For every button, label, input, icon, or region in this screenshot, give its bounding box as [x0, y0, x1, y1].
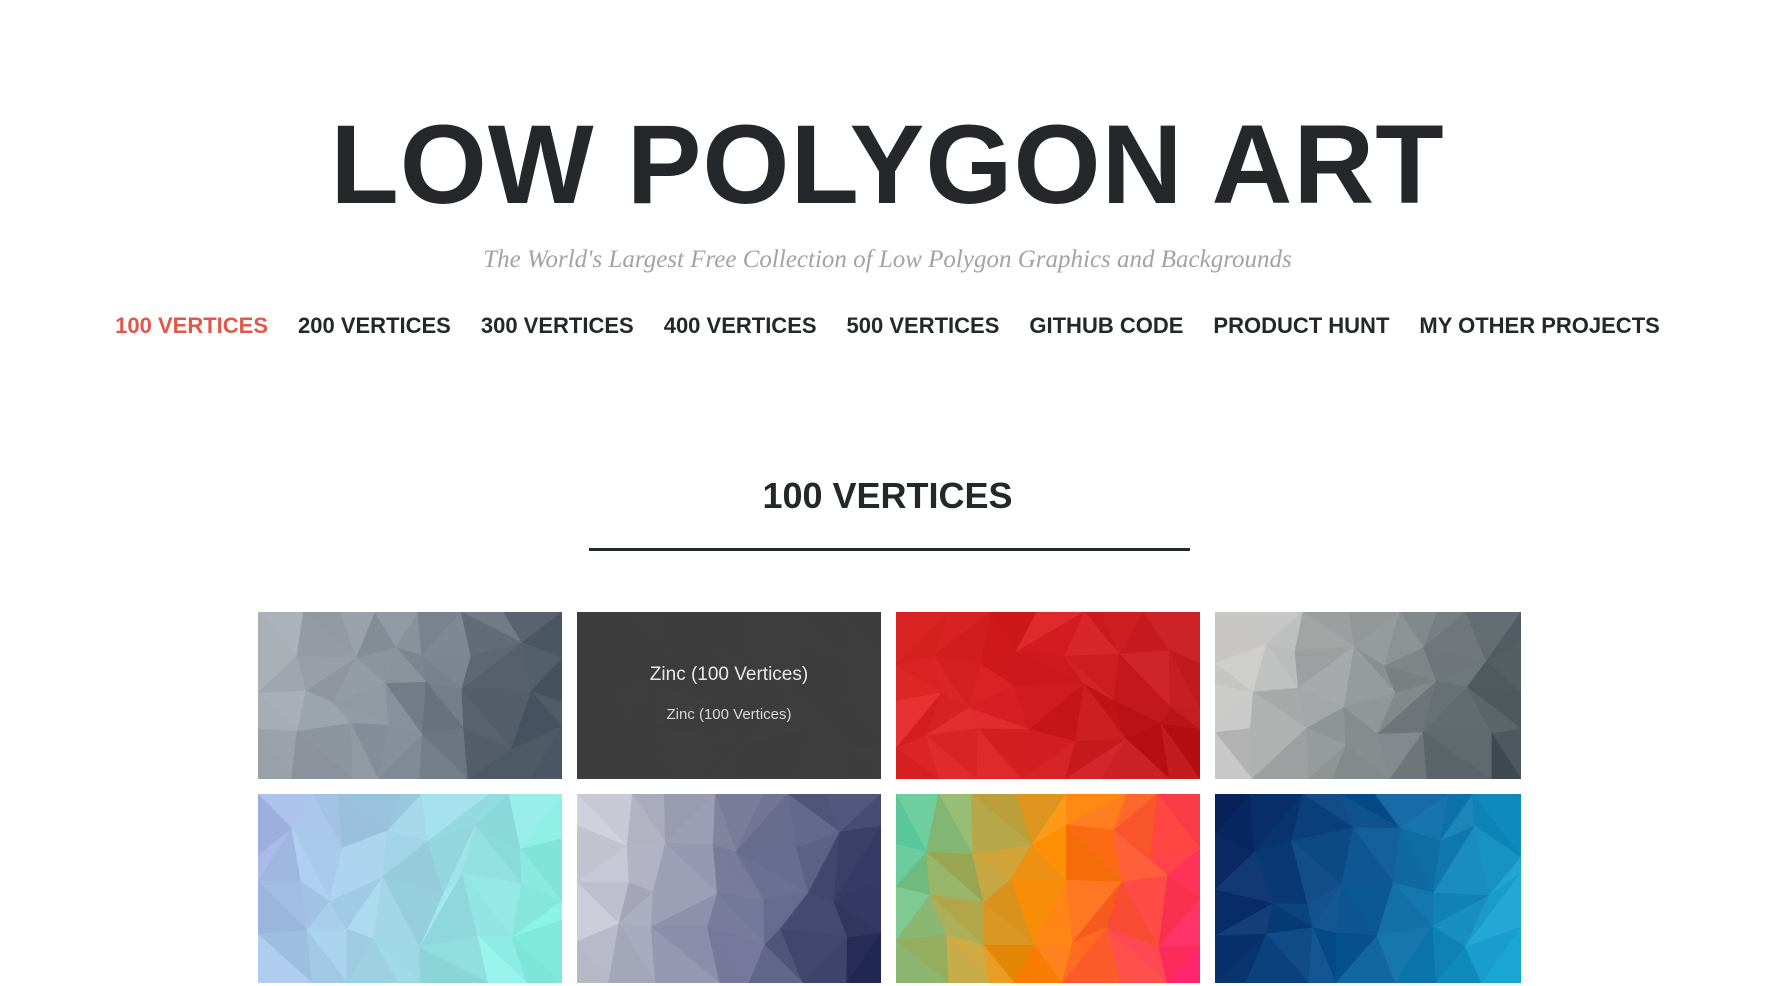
- low-poly-graphic: [258, 612, 562, 779]
- gallery-tile[interactable]: Zinc (100 Vertices) Zinc (100 Vertices): [577, 612, 881, 779]
- gallery-grid: Zinc (100 Vertices) Zinc (100 Vertices): [258, 612, 1521, 983]
- main-nav: 100 VERTICES 200 VERTICES 300 VERTICES 4…: [0, 310, 1775, 342]
- nav-github-code[interactable]: GITHUB CODE: [1029, 310, 1183, 342]
- nav-100-vertices[interactable]: 100 VERTICES: [115, 310, 268, 342]
- section-divider: [589, 548, 1190, 551]
- gallery-tile[interactable]: [258, 612, 562, 779]
- gallery-tile[interactable]: [896, 794, 1200, 983]
- tile-hover-overlay: Zinc (100 Vertices) Zinc (100 Vertices): [577, 612, 881, 779]
- nav-my-other-projects[interactable]: MY OTHER PROJECTS: [1419, 310, 1659, 342]
- site-title: LOW POLYGON ART: [330, 102, 1445, 227]
- gallery-tile[interactable]: [896, 612, 1200, 779]
- low-poly-graphic: [577, 794, 881, 983]
- low-poly-graphic: [1215, 794, 1521, 983]
- gallery-tile[interactable]: [1215, 794, 1521, 983]
- gallery-tile[interactable]: [258, 794, 562, 983]
- nav-500-vertices[interactable]: 500 VERTICES: [847, 310, 1000, 342]
- low-poly-graphic: [896, 794, 1200, 983]
- site-tagline: The World's Largest Free Collection of L…: [483, 246, 1292, 273]
- tile-caption-title: Zinc (100 Vertices): [649, 664, 809, 685]
- nav-300-vertices[interactable]: 300 VERTICES: [481, 310, 634, 342]
- low-poly-graphic: [1215, 612, 1521, 779]
- nav-product-hunt[interactable]: PRODUCT HUNT: [1213, 310, 1389, 342]
- tile-caption-subtitle: Zinc (100 Vertices): [666, 706, 792, 723]
- low-poly-graphic: [258, 794, 562, 983]
- low-poly-graphic: [896, 612, 1200, 779]
- nav-400-vertices[interactable]: 400 VERTICES: [664, 310, 817, 342]
- gallery-tile[interactable]: [1215, 612, 1521, 779]
- gallery-tile[interactable]: [577, 794, 881, 983]
- section-title: 100 VERTICES: [762, 475, 1013, 516]
- nav-200-vertices[interactable]: 200 VERTICES: [298, 310, 451, 342]
